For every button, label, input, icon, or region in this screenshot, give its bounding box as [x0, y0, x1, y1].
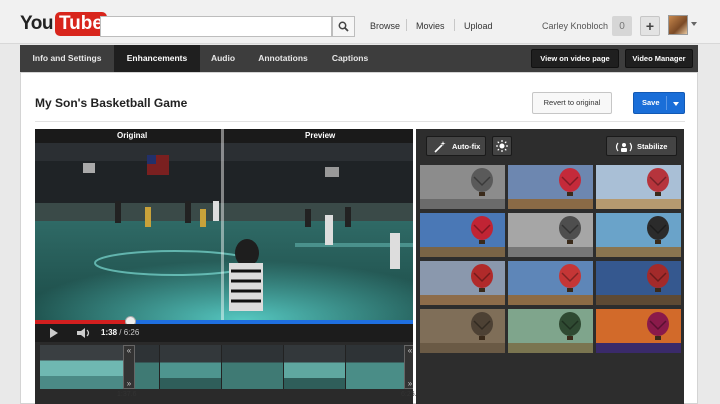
balloon-preview [596, 165, 681, 209]
editor-tab-bar: Info and Settings Enhancements Audio Ann… [20, 45, 698, 72]
filter-thumbnail-cyan-tint[interactable] [596, 213, 681, 257]
original-label: Original [117, 131, 148, 140]
video-player[interactable]: Original Preview 1:38 / 6:26 « » « » [35, 129, 413, 404]
editor-panel: My Son's Basketball Game Revert to origi… [20, 72, 698, 404]
expand-icon: » [126, 379, 132, 388]
filmstrip-frame [222, 345, 284, 389]
stabilize-label: Stabilize [637, 142, 668, 151]
volume-icon[interactable] [77, 328, 91, 338]
save-button[interactable]: Save [633, 92, 685, 114]
tab-annotations[interactable]: Annotations [246, 45, 320, 72]
add-button[interactable]: + [640, 16, 660, 36]
player-controls: 1:38 / 6:26 [35, 324, 413, 342]
time-display: 1:38 / 6:26 [101, 328, 139, 337]
balloon-preview [508, 213, 593, 257]
save-divider [666, 96, 667, 110]
balloon-preview [508, 309, 593, 353]
nav-separator [406, 19, 407, 31]
balloon-preview [420, 165, 505, 209]
tab-captions[interactable]: Captions [320, 45, 380, 72]
auto-fix-button[interactable]: Auto-fix [426, 136, 486, 156]
stabilize-button[interactable]: Stabilize [606, 136, 677, 156]
balloon-preview [508, 165, 593, 209]
filter-thumbnail-deep-blue[interactable] [596, 261, 681, 305]
video-title: My Son's Basketball Game [35, 96, 188, 110]
brightness-button[interactable] [492, 136, 512, 156]
filter-thumbnail-green-tint[interactable] [508, 309, 593, 353]
nav-movies[interactable]: Movies [416, 21, 445, 31]
trim-start-handle[interactable]: «» [123, 345, 135, 389]
user-name[interactable]: Carley Knobloch [542, 21, 608, 31]
current-time: 1:38 [101, 328, 118, 337]
tab-info-and-settings[interactable]: Info and Settings [20, 45, 114, 72]
header-divider [35, 121, 685, 122]
play-icon[interactable] [50, 328, 58, 338]
tab-audio[interactable]: Audio [200, 45, 246, 72]
compare-split-handle[interactable] [221, 129, 224, 320]
filter-thumbnail-grayscale-sky[interactable] [420, 165, 505, 209]
video-manager-button[interactable]: Video Manager [625, 49, 693, 68]
filter-thumbnail-bw-contrast[interactable] [508, 213, 593, 257]
save-label: Save [642, 98, 660, 107]
filmstrip-frame [40, 345, 128, 389]
stabilize-icon [615, 142, 633, 152]
trim-area: «» «» [35, 342, 413, 404]
search-input[interactable] [100, 16, 332, 37]
balloon-preview [420, 213, 505, 257]
balloon-preview [596, 309, 681, 353]
filter-thumbnail-natural[interactable] [508, 261, 593, 305]
filter-thumbnail-cool-blue[interactable] [420, 213, 505, 257]
filter-thumbnail-vintage[interactable] [420, 261, 505, 305]
tab-enhancements[interactable]: Enhancements [114, 45, 200, 72]
collapse-icon: « [407, 346, 413, 355]
filmstrip-frame [346, 345, 408, 389]
sun-icon [496, 140, 508, 152]
balloon-preview [420, 261, 505, 305]
auto-fix-label: Auto-fix [452, 142, 481, 151]
balloon-preview [508, 261, 593, 305]
search-button[interactable] [332, 16, 355, 37]
search-icon [338, 21, 349, 32]
notification-count[interactable]: 0 [612, 16, 632, 36]
video-frame [35, 143, 413, 320]
preview-label: Preview [305, 131, 336, 140]
duration: / 6:26 [119, 328, 140, 337]
balloon-preview [596, 213, 681, 257]
filmstrip-frame [160, 345, 222, 389]
magic-wand-icon [434, 141, 446, 153]
expand-icon: » [407, 379, 413, 388]
chevron-down-icon[interactable] [673, 102, 679, 106]
balloon-preview [596, 261, 681, 305]
masthead: You Tube Browse Movies Upload Carley Kno… [0, 0, 720, 44]
nav-separator [454, 19, 455, 31]
revert-to-original-button[interactable]: Revert to original [532, 92, 612, 114]
filter-thumbnail-warm-sky[interactable] [508, 165, 593, 209]
logo-you: You [20, 13, 53, 34]
chevron-down-icon[interactable] [691, 22, 697, 26]
filter-thumbnail-sepia[interactable] [420, 309, 505, 353]
compare-header: Original Preview [35, 129, 413, 143]
filmstrip[interactable] [40, 345, 413, 389]
nav-browse[interactable]: Browse [370, 21, 400, 31]
avatar[interactable] [668, 15, 688, 35]
filter-grid [420, 165, 684, 357]
balloon-preview [420, 309, 505, 353]
filters-panel: Auto-fix Stabilize [416, 129, 684, 404]
view-on-video-page-button[interactable]: View on video page [531, 49, 619, 68]
filter-thumbnail-sunset[interactable] [596, 309, 681, 353]
trim-end-handle[interactable]: «» [404, 345, 413, 389]
trim-start-time: 1:37.6 [117, 391, 137, 398]
filter-thumbnail-faded-blue[interactable] [596, 165, 681, 209]
youtube-logo[interactable]: You Tube [20, 12, 107, 36]
filmstrip-frame [284, 345, 346, 389]
plus-icon: + [645, 18, 655, 34]
nav-upload[interactable]: Upload [464, 21, 493, 31]
collapse-icon: « [126, 346, 132, 355]
